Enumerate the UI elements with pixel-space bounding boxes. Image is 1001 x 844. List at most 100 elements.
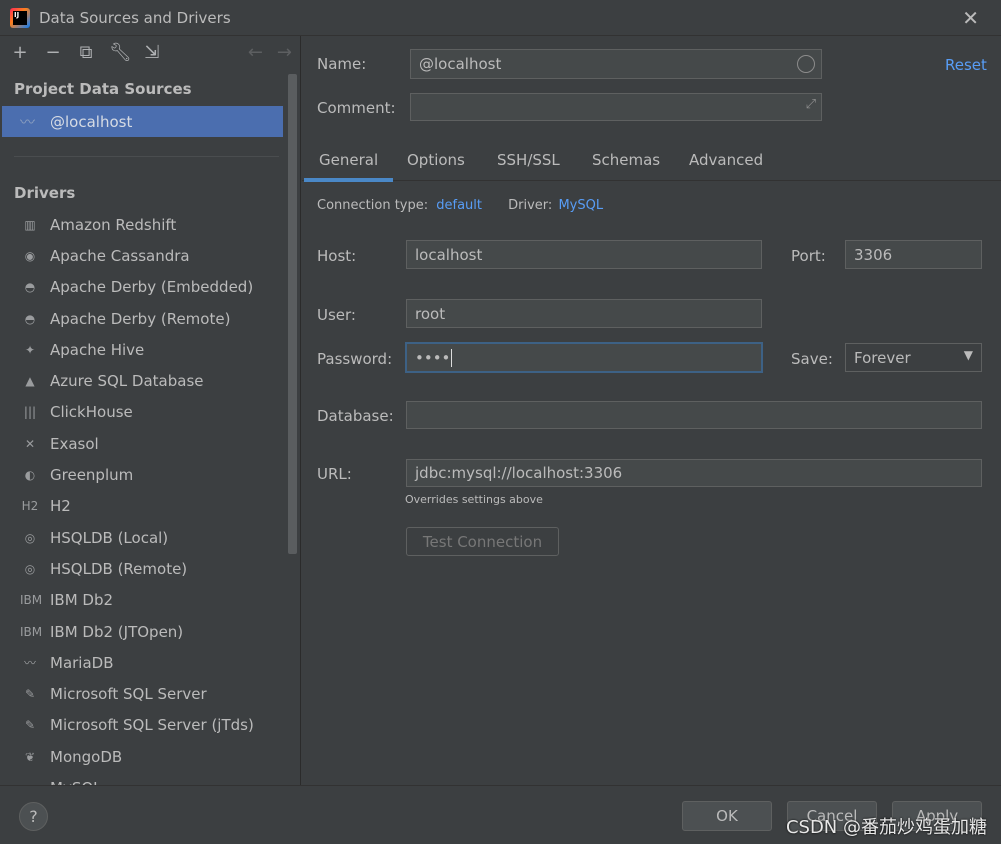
driver-item[interactable]: 〰 MariaDB bbox=[0, 647, 285, 678]
driver-icon: 〰 bbox=[23, 656, 36, 671]
driver-icon: ▲ bbox=[25, 374, 35, 389]
tab-schemas[interactable]: Schemas bbox=[592, 151, 660, 169]
driver-icon: ▥ bbox=[24, 217, 36, 232]
driver-item[interactable]: ◎ HSQLDB (Local) bbox=[0, 522, 285, 553]
driver-link[interactable]: MySQL bbox=[558, 198, 603, 213]
data-source-label: @localhost bbox=[50, 112, 133, 131]
expand-icon[interactable]: ⤢ bbox=[806, 97, 816, 112]
driver-label: Apache Cassandra bbox=[50, 246, 190, 265]
title-bar: IJ Data Sources and Drivers ✕ bbox=[0, 0, 1001, 36]
connection-type-label: Connection type: bbox=[317, 198, 429, 213]
save-label: Save: bbox=[791, 350, 833, 368]
driver-label: Azure SQL Database bbox=[50, 372, 204, 391]
driver-item[interactable]: H2 H2 bbox=[0, 491, 285, 522]
driver-item[interactable]: ▲ Azure SQL Database bbox=[0, 365, 285, 396]
driver-icon: ◓ bbox=[24, 280, 36, 295]
settings-panel: Name: @localhost Reset Comment: ⤢ Genera… bbox=[302, 36, 1001, 785]
driver-label: Microsoft SQL Server (jTds) bbox=[50, 716, 254, 735]
driver-label: IBM Db2 bbox=[50, 591, 114, 610]
sidebar: + − ⧉ 🔧︎ ⇲ ← → Project Data Sources 〰 @l… bbox=[0, 36, 301, 797]
wrench-icon[interactable]: 🔧︎ bbox=[109, 42, 132, 66]
reset-link[interactable]: Reset bbox=[945, 56, 987, 74]
driver-icon: ❦ bbox=[24, 749, 36, 764]
database-input[interactable] bbox=[406, 401, 982, 429]
driver-item[interactable]: ▥ Amazon Redshift bbox=[0, 209, 285, 240]
tab-ssh-ssl[interactable]: SSH/SSL bbox=[497, 151, 560, 169]
divider bbox=[14, 156, 279, 157]
help-button[interactable]: ? bbox=[19, 802, 48, 831]
url-hint: Overrides settings above bbox=[405, 493, 543, 506]
password-value: •••• bbox=[415, 348, 451, 367]
mysql-dolphin-icon: 〰 bbox=[20, 113, 36, 131]
window-title: Data Sources and Drivers bbox=[39, 9, 231, 27]
project-data-sources-header: Project Data Sources bbox=[14, 80, 192, 98]
sidebar-scrollbar[interactable] bbox=[288, 74, 297, 554]
driver-item[interactable]: ✎ Microsoft SQL Server (jTds) bbox=[0, 710, 285, 741]
driver-item[interactable]: ◓ Apache Derby (Embedded) bbox=[0, 272, 285, 303]
driver-icon: H2 bbox=[21, 499, 39, 514]
tab-general[interactable]: General bbox=[303, 151, 394, 182]
comment-label: Comment: bbox=[317, 99, 396, 117]
driver-item[interactable]: ✦ Apache Hive bbox=[0, 334, 285, 365]
driver-label: ClickHouse bbox=[50, 403, 133, 422]
driver-label: Amazon Redshift bbox=[50, 215, 177, 234]
driver-icon: ✦ bbox=[24, 342, 36, 357]
forward-arrow-icon[interactable]: → bbox=[277, 42, 292, 63]
chevron-down-icon: ▼ bbox=[963, 348, 973, 362]
data-source-item-localhost[interactable]: 〰 @localhost bbox=[2, 106, 283, 137]
host-label: Host: bbox=[317, 247, 357, 265]
driver-icon: ✎ bbox=[24, 718, 36, 733]
ok-button[interactable]: OK bbox=[682, 801, 772, 831]
add-icon[interactable]: + bbox=[10, 42, 30, 66]
driver-item[interactable]: ◎ HSQLDB (Remote) bbox=[0, 553, 285, 584]
tab-advanced[interactable]: Advanced bbox=[689, 151, 763, 169]
back-arrow-icon[interactable]: ← bbox=[248, 42, 263, 63]
comment-input[interactable]: ⤢ bbox=[410, 93, 822, 121]
driver-label: HSQLDB (Remote) bbox=[50, 559, 188, 578]
driver-item[interactable]: IBM IBM Db2 (JTOpen) bbox=[0, 616, 285, 647]
driver-label: Apache Derby (Remote) bbox=[50, 309, 231, 328]
driver-icon: ◐ bbox=[24, 468, 36, 483]
logo-text: IJ bbox=[13, 11, 27, 25]
tab-bar: General Options SSH/SSL Schemas Advanced bbox=[302, 146, 1001, 182]
port-label: Port: bbox=[791, 247, 826, 265]
name-value: @localhost bbox=[419, 55, 502, 73]
close-icon[interactable]: ✕ bbox=[962, 6, 979, 30]
driver-icon: ◉ bbox=[24, 248, 36, 263]
driver-item[interactable]: ◉ Apache Cassandra bbox=[0, 240, 285, 271]
host-input[interactable]: localhost bbox=[406, 240, 762, 269]
driver-label: H2 bbox=[50, 497, 71, 516]
port-input[interactable]: 3306 bbox=[845, 240, 982, 269]
url-label: URL: bbox=[317, 465, 352, 483]
driver-icon: IBM bbox=[20, 624, 43, 639]
driver-item[interactable]: ❦ MongoDB bbox=[0, 741, 285, 772]
color-circle-icon[interactable] bbox=[797, 55, 815, 73]
password-label: Password: bbox=[317, 350, 393, 368]
test-connection-button[interactable]: Test Connection bbox=[406, 527, 559, 556]
tab-options[interactable]: Options bbox=[407, 151, 465, 169]
save-dropdown[interactable]: Forever ▼ bbox=[845, 343, 982, 372]
name-input[interactable]: @localhost bbox=[410, 49, 822, 79]
drivers-header: Drivers bbox=[14, 184, 76, 202]
user-label: User: bbox=[317, 306, 356, 324]
driver-label: Apache Derby (Embedded) bbox=[50, 278, 254, 297]
driver-label: MariaDB bbox=[50, 653, 114, 672]
url-input[interactable]: jdbc:mysql://localhost:3306 bbox=[406, 459, 982, 487]
import-icon[interactable]: ⇲ bbox=[142, 42, 162, 66]
driver-item[interactable]: ✎ Microsoft SQL Server bbox=[0, 678, 285, 709]
driver-item[interactable]: IBM IBM Db2 bbox=[0, 585, 285, 616]
driver-label: Driver: bbox=[508, 198, 553, 213]
driver-icon: IBM bbox=[20, 593, 43, 608]
copy-icon[interactable]: ⧉ bbox=[76, 42, 96, 66]
connection-type-link[interactable]: default bbox=[436, 198, 482, 213]
user-input[interactable]: root bbox=[406, 299, 762, 328]
driver-item[interactable]: ||| ClickHouse bbox=[0, 397, 285, 428]
driver-item[interactable]: ◐ Greenplum bbox=[0, 459, 285, 490]
remove-icon[interactable]: − bbox=[43, 42, 63, 66]
driver-item[interactable]: ◓ Apache Derby (Remote) bbox=[0, 303, 285, 334]
dialog-footer: ? OK Cancel Apply CSDN @番茄炒鸡蛋加糖 bbox=[0, 785, 1001, 844]
password-input[interactable]: •••• bbox=[405, 342, 763, 373]
save-value: Forever bbox=[854, 348, 911, 367]
driver-icon: ✎ bbox=[24, 687, 36, 702]
driver-item[interactable]: ✕ Exasol bbox=[0, 428, 285, 459]
